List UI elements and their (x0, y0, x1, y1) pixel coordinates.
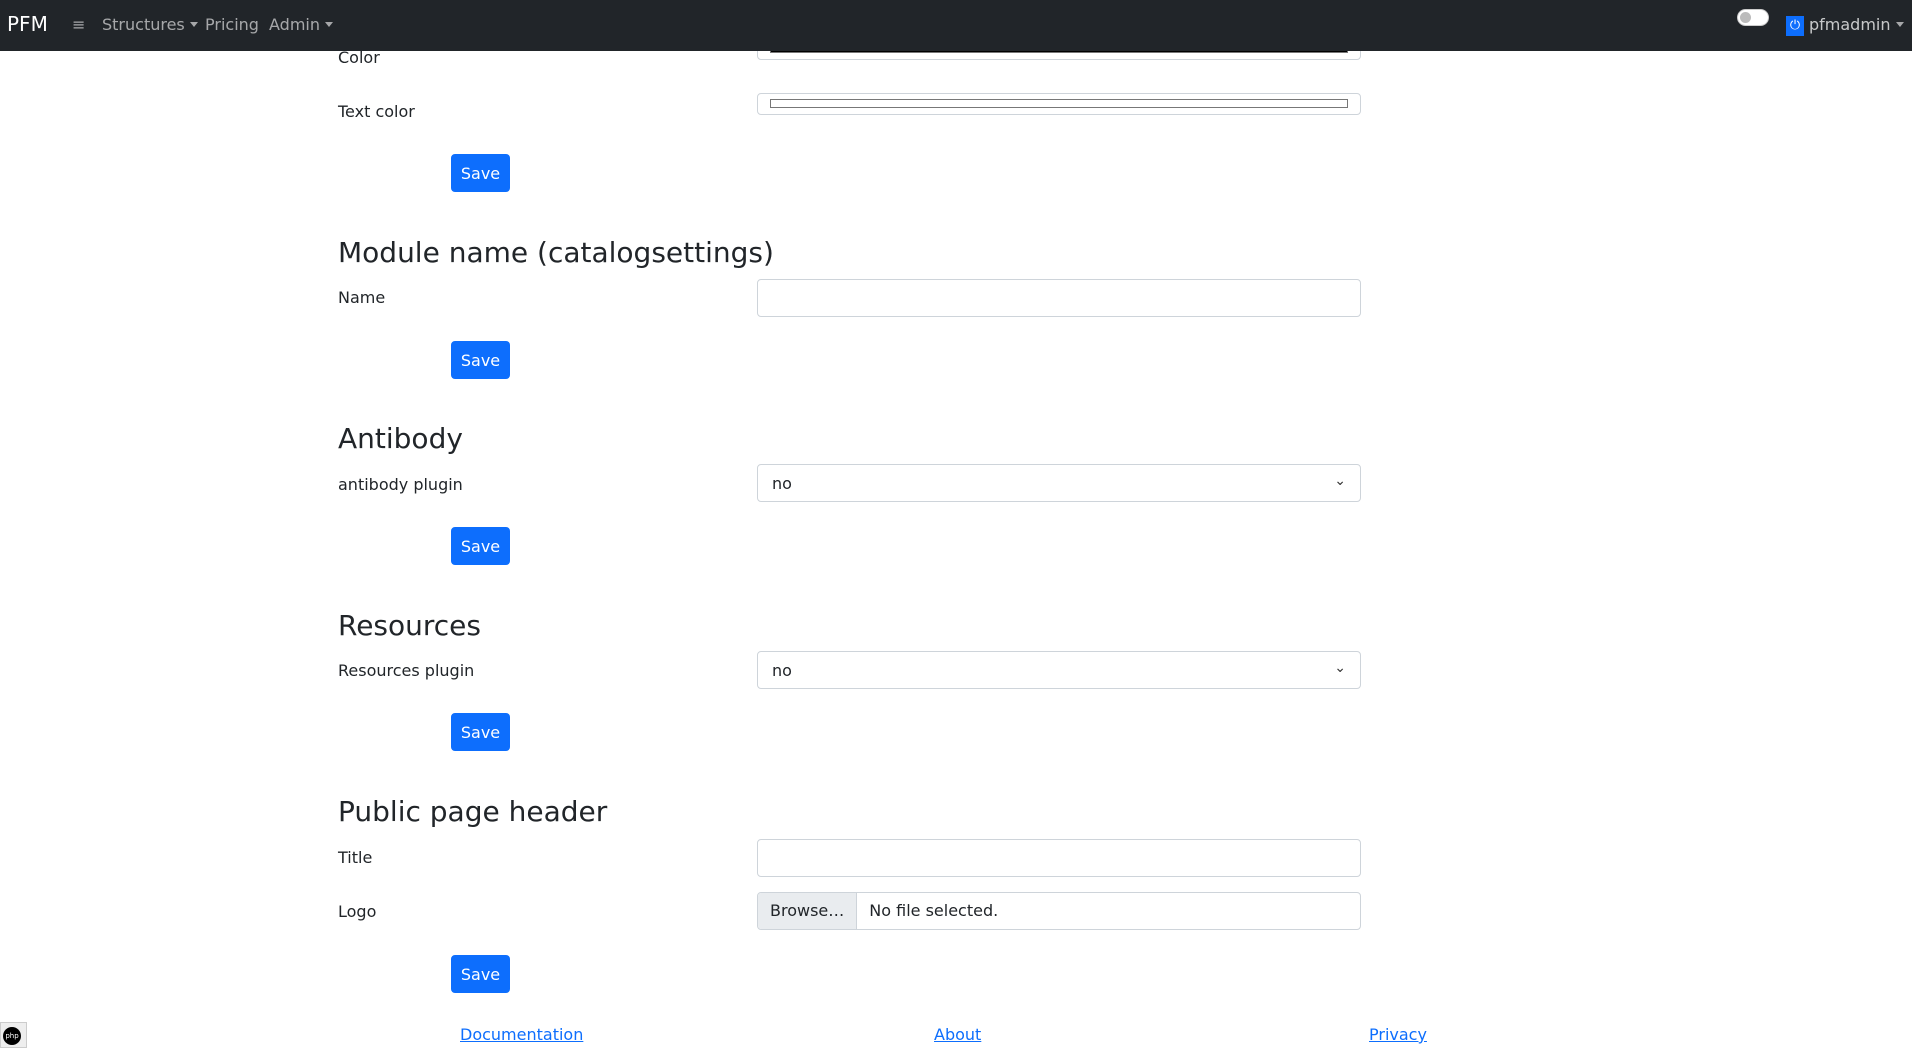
save-module-button[interactable]: Save (451, 341, 510, 379)
resources-heading: Resources (338, 609, 481, 642)
title-label: Title (338, 848, 373, 867)
save-resources-button[interactable]: Save (451, 713, 510, 751)
footer-privacy-link[interactable]: Privacy (1369, 1025, 1427, 1044)
antibody-heading: Antibody (338, 422, 463, 455)
antibody-plugin-select[interactable]: no ⌄ (757, 464, 1361, 502)
public-header-heading: Public page header (338, 795, 608, 828)
save-public-header-button[interactable]: Save (451, 955, 510, 993)
logo-label: Logo (338, 902, 377, 921)
name-input[interactable] (757, 279, 1361, 317)
name-label: Name (338, 288, 386, 307)
menu-icon[interactable]: ≡ (72, 15, 85, 34)
selected-value: no (772, 661, 792, 680)
footer-documentation-link[interactable]: Documentation (460, 1025, 583, 1044)
selected-value: no (772, 474, 792, 493)
text-color-label: Text color (338, 102, 415, 121)
php-debug-badge[interactable]: php (0, 1022, 27, 1048)
chevron-down-icon: ⌄ (1334, 660, 1346, 676)
power-icon: ⏻ (1786, 16, 1804, 36)
navbar: PFM ≡ Structures Pricing Admin ⏻ pfmadmi… (0, 0, 1912, 51)
browse-button[interactable]: Browse… (758, 893, 858, 929)
chevron-down-icon: ⌄ (1334, 473, 1346, 489)
user-menu[interactable]: pfmadmin (1809, 15, 1904, 34)
theme-toggle[interactable] (1737, 9, 1769, 26)
title-input[interactable] (757, 839, 1361, 877)
text-color-input[interactable] (757, 93, 1361, 115)
resources-plugin-select[interactable]: no ⌄ (757, 651, 1361, 689)
php-icon: php (3, 1027, 21, 1045)
file-name: No file selected. (869, 901, 999, 920)
brand[interactable]: PFM (7, 12, 48, 36)
module-heading: Module name (catalogsettings) (338, 236, 774, 269)
resources-plugin-label: Resources plugin (338, 661, 475, 680)
antibody-plugin-label: antibody plugin (338, 475, 463, 494)
nav-structures[interactable]: Structures (102, 15, 198, 34)
logo-file-input[interactable]: Browse… No file selected. (757, 892, 1361, 930)
footer-about-link[interactable]: About (934, 1025, 981, 1044)
save-colors-button[interactable]: Save (451, 154, 510, 192)
save-antibody-button[interactable]: Save (451, 527, 510, 565)
nav-admin[interactable]: Admin (269, 15, 333, 34)
nav-pricing[interactable]: Pricing (205, 15, 259, 34)
